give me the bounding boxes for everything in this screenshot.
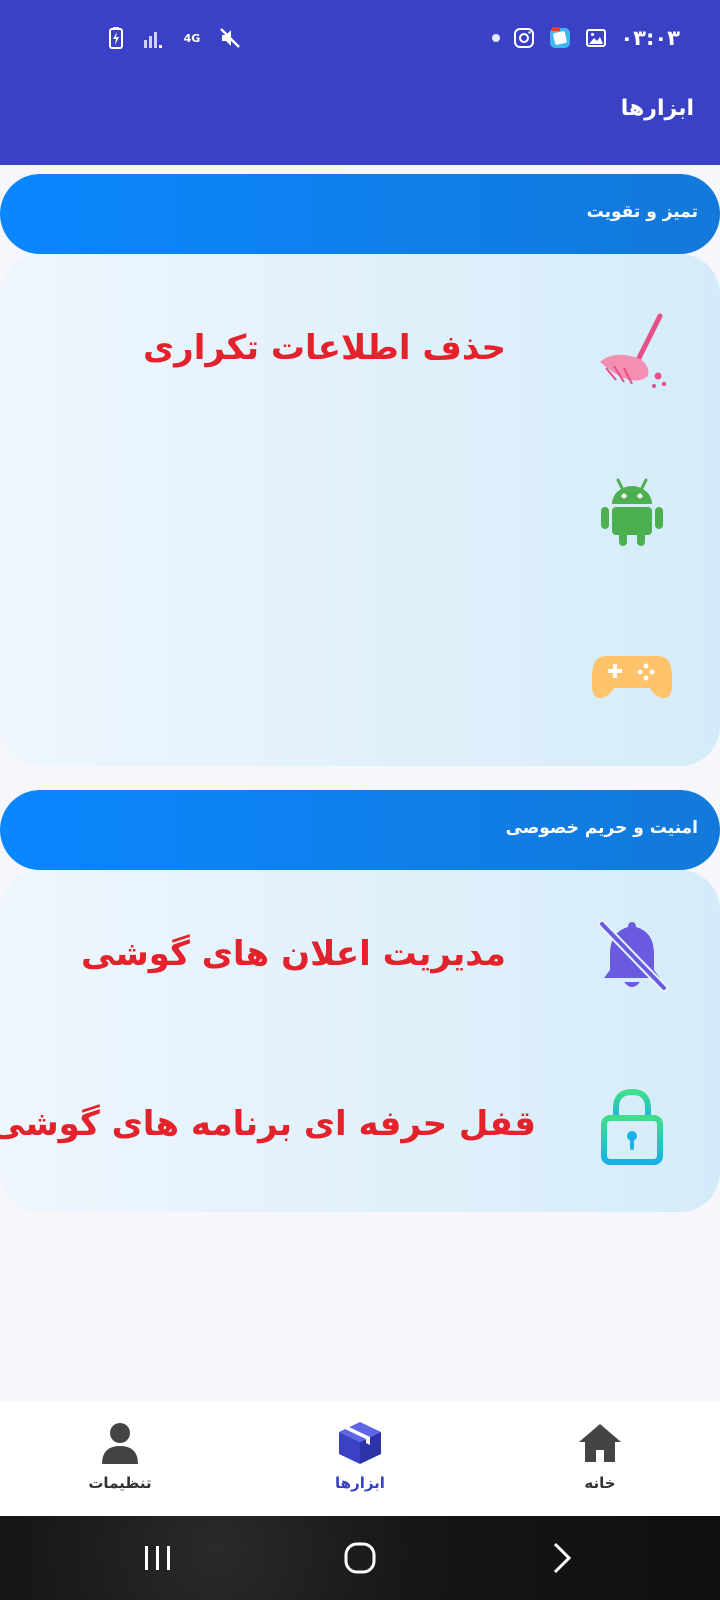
home-button[interactable] bbox=[336, 1534, 384, 1582]
chevron-right-icon bbox=[553, 1542, 572, 1574]
tool-label: قفل حرفه ای برنامه های گوشی bbox=[0, 1104, 536, 1144]
home-icon bbox=[579, 1424, 621, 1462]
tool-row-app-lock[interactable]: قفل حرفه ای برنامه های گوشی bbox=[0, 1066, 720, 1186]
tool-label: حذف اطلاعات تکراری bbox=[142, 328, 506, 368]
instagram-icon bbox=[512, 26, 536, 50]
tool-label: مدیریت اعلان های گوشی bbox=[80, 934, 506, 974]
section-title: امنیت و حریم خصوصی bbox=[505, 818, 698, 838]
signal-icon bbox=[142, 26, 166, 50]
nav-label: ابزارها bbox=[335, 1474, 385, 1492]
home-circle-icon bbox=[344, 1542, 376, 1574]
nav-item-tools[interactable]: ابزارها bbox=[300, 1420, 420, 1510]
section-card-security-privacy: مدیریت اعلان های گوشی قفل حرفه ای برنامه… bbox=[0, 870, 720, 1212]
recent-apps-button[interactable] bbox=[134, 1534, 182, 1582]
page-title: ابزارها bbox=[620, 96, 694, 121]
lock-icon bbox=[592, 1086, 672, 1166]
tool-row-notification-manager[interactable]: مدیریت اعلان های گوشی bbox=[0, 896, 720, 1016]
box-icon bbox=[339, 1422, 381, 1464]
network-type-icon: 4G bbox=[180, 26, 204, 50]
person-icon bbox=[102, 1423, 138, 1464]
network-type-label: 4G bbox=[183, 31, 201, 45]
mute-icon bbox=[218, 26, 242, 50]
status-bar: 4G ۰۳:۰۳ bbox=[0, 26, 720, 62]
gallery-icon bbox=[584, 26, 608, 50]
section-title: تمیز و تقویت bbox=[586, 202, 698, 222]
recent-apps-icon bbox=[145, 1546, 170, 1570]
android-icon bbox=[592, 470, 672, 550]
bottom-nav: تنظیمات ابزارها خانه bbox=[0, 1402, 720, 1516]
nav-item-home[interactable]: خانه bbox=[540, 1420, 660, 1510]
app-notification-icon bbox=[548, 26, 572, 50]
battery-charging-icon bbox=[104, 26, 128, 50]
nav-item-settings[interactable]: تنظیمات bbox=[60, 1420, 180, 1510]
status-bar-right: ۰۳:۰۳ bbox=[492, 26, 680, 50]
tool-row-game-booster[interactable] bbox=[0, 616, 720, 736]
notification-dot bbox=[492, 34, 501, 42]
app-header: 4G ۰۳:۰۳ ابزارها bbox=[0, 0, 720, 165]
broom-icon bbox=[592, 310, 672, 390]
gamepad-icon bbox=[591, 636, 673, 716]
status-bar-left: 4G bbox=[104, 26, 242, 50]
nav-label: خانه bbox=[584, 1474, 616, 1492]
tool-row-android[interactable] bbox=[0, 450, 720, 570]
bell-off-icon bbox=[592, 916, 672, 996]
tool-row-remove-duplicates[interactable]: حذف اطلاعات تکراری bbox=[0, 290, 720, 410]
clock: ۰۳:۰۳ bbox=[620, 26, 680, 50]
section-header-clean-boost: تمیز و تقویت bbox=[0, 174, 720, 254]
nav-label: تنظیمات bbox=[88, 1474, 152, 1492]
back-button[interactable] bbox=[538, 1534, 586, 1582]
section-card-clean-boost: حذف اطلاعات تکراری bbox=[0, 254, 720, 766]
system-nav-bar bbox=[0, 1516, 720, 1600]
section-header-security-privacy: امنیت و حریم خصوصی bbox=[0, 790, 720, 870]
